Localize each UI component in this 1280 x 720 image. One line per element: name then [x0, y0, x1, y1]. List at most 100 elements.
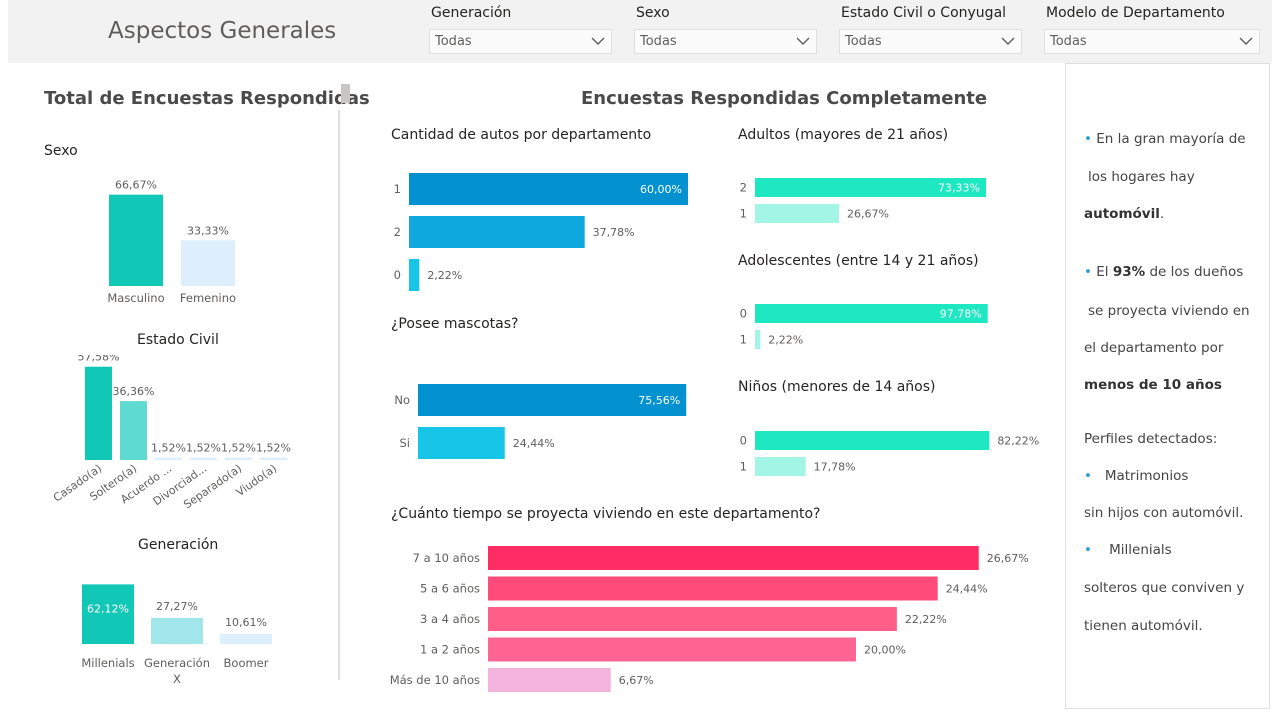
chart-tiempo: 7 a 10 años 26,67% 5 a 6 años 24,44% 3 a 4 a… [390, 546, 1029, 692]
category-label: 1 [394, 182, 401, 196]
chart-adultos: 2 73,33% 1 26,67% [740, 178, 986, 223]
slicer-label: Estado Civil o Conyugal [841, 5, 1007, 21]
insight-line: tienen automóvil. [1084, 618, 1203, 634]
slicer-value: Todas [845, 34, 882, 49]
scrollbar-thumb[interactable] [341, 84, 350, 103]
slicer-dropdown[interactable]: Todas [1044, 29, 1260, 54]
data-label: 10,61% [225, 616, 267, 629]
category-label: Boomer [224, 656, 269, 670]
data-label: 26,67% [987, 552, 1029, 565]
insight-text: Millenials [1109, 542, 1172, 558]
insight-line: • Matrimonios [1084, 468, 1188, 484]
insight-line: menos de 10 años [1084, 377, 1222, 393]
insight-line: • Millenials [1084, 542, 1172, 558]
chart-title-autos: Cantidad de autos por departamento [391, 127, 652, 143]
category-label: 2 [394, 225, 401, 239]
chart-title-adolescentes: Adolescentes (entre 14 y 21 años) [738, 253, 979, 269]
insight-line: sin hijos con automóvil. [1084, 505, 1244, 521]
left-section-title: Total de Encuestas Respondidas [44, 88, 370, 109]
category-label: Más de 10 años [390, 673, 480, 687]
data-label: 66,67% [115, 179, 157, 192]
bar [755, 204, 840, 223]
bullet-icon: • [1084, 542, 1092, 558]
insight-bold: 93% [1112, 264, 1146, 280]
category-label: 1 a 2 años [420, 643, 480, 657]
bar [488, 607, 897, 631]
slicer-dropdown[interactable]: Todas [634, 29, 817, 54]
category-label: Masculino [107, 291, 164, 305]
data-label: 26,67% [847, 208, 889, 221]
chevron-down-icon [1239, 37, 1253, 45]
insight-line: se proyecta viviendo en [1088, 303, 1250, 319]
chevron-down-icon [796, 37, 810, 45]
slicer-sexo[interactable]: Sexo Todas [634, 0, 819, 63]
category-label: 5 a 6 años [420, 582, 480, 596]
category-label: Millenials [81, 656, 134, 670]
chevron-down-icon [1001, 37, 1015, 45]
slicer-generacion[interactable]: Generación Todas [429, 0, 614, 63]
data-label: 82,22% [997, 435, 1039, 448]
insight-line: los hogares hay [1088, 169, 1195, 185]
data-label: 1,52% [221, 442, 256, 455]
category-label: Si [400, 436, 411, 450]
chart-title-sexo: Sexo [44, 143, 78, 159]
chart-title-tiempo: ¿Cuánto tiempo se proyecta viviendo en e… [391, 506, 821, 522]
insight-bold: automóvil [1084, 206, 1160, 222]
chart-title-generacion: Generación [138, 537, 219, 553]
category-label: 2 [740, 181, 747, 195]
data-label: 75,56% [638, 394, 680, 407]
data-label: 73,33% [938, 182, 980, 195]
chevron-down-icon [591, 37, 605, 45]
insight-text: El [1096, 264, 1113, 280]
insight-line: Perfiles detectados: [1084, 431, 1218, 447]
insight-line: el departamento por [1084, 340, 1224, 356]
bar [409, 216, 585, 248]
category-label: Femenino [180, 291, 236, 305]
insight-line: automóvil. [1084, 206, 1164, 222]
category-label: 0 [394, 268, 401, 282]
slicer-estado-civil[interactable]: Estado Civil o Conyugal Todas [839, 0, 1024, 63]
data-label: 33,33% [187, 224, 229, 237]
insight-text: En la gran mayoría de [1096, 131, 1246, 147]
chart-ninos: 0 82,22% 1 17,78% [740, 431, 1039, 476]
data-label: 22,22% [905, 613, 947, 626]
bar [151, 617, 203, 644]
category-label: 0 [740, 434, 747, 448]
slicer-dropdown[interactable]: Todas [429, 29, 612, 54]
center-section-title: Encuestas Respondidas Completamente [581, 88, 988, 109]
slicer-dropdown[interactable]: Todas [839, 29, 1022, 54]
bar [488, 668, 611, 692]
bar [220, 633, 272, 644]
category-label: 3 a 4 años [420, 612, 480, 626]
chart-title-mascotas: ¿Posee mascotas? [391, 316, 519, 332]
bar [155, 457, 182, 460]
chart-mascotas: No 75,56% Si 24,44% [394, 384, 687, 459]
bullet-icon: • [1084, 468, 1092, 484]
chart-estado-civil: 57,58%Casado(a)36,36%Soltero(a)1,52%Acue… [51, 355, 291, 511]
data-label: 24,44% [513, 437, 555, 450]
category-label: Generación [144, 656, 210, 670]
data-label: 2,22% [768, 334, 803, 347]
data-label: 6,67% [619, 674, 654, 687]
slicer-modelo-departamento[interactable]: Modelo de Departamento Todas [1044, 0, 1260, 63]
category-label: 0 [740, 307, 747, 321]
bar [418, 427, 505, 459]
slicer-value: Todas [640, 34, 677, 49]
data-label: 57,58% [78, 355, 120, 364]
data-label: 97,78% [940, 308, 982, 321]
data-label: 17,78% [814, 461, 856, 474]
bullet-icon: • [1084, 131, 1092, 147]
data-label: 24,44% [946, 583, 988, 596]
bar [181, 240, 235, 286]
category-label: X [173, 672, 181, 686]
slicer-label: Modelo de Departamento [1046, 5, 1225, 21]
insight-line: solteros que conviven y [1084, 580, 1245, 596]
category-label: 1 [740, 333, 747, 347]
chart-sexo: 66,67% Masculino 33,33% Femenino [107, 179, 236, 305]
category-label: No [394, 393, 410, 407]
chart-autos: 1 60,00% 2 37,78% 0 2,22% [394, 173, 688, 291]
bar [109, 194, 163, 286]
insight-text: Matrimonios [1104, 468, 1189, 484]
insight-bold: menos de 10 años [1084, 377, 1222, 393]
category-label: 7 a 10 años [413, 551, 480, 565]
